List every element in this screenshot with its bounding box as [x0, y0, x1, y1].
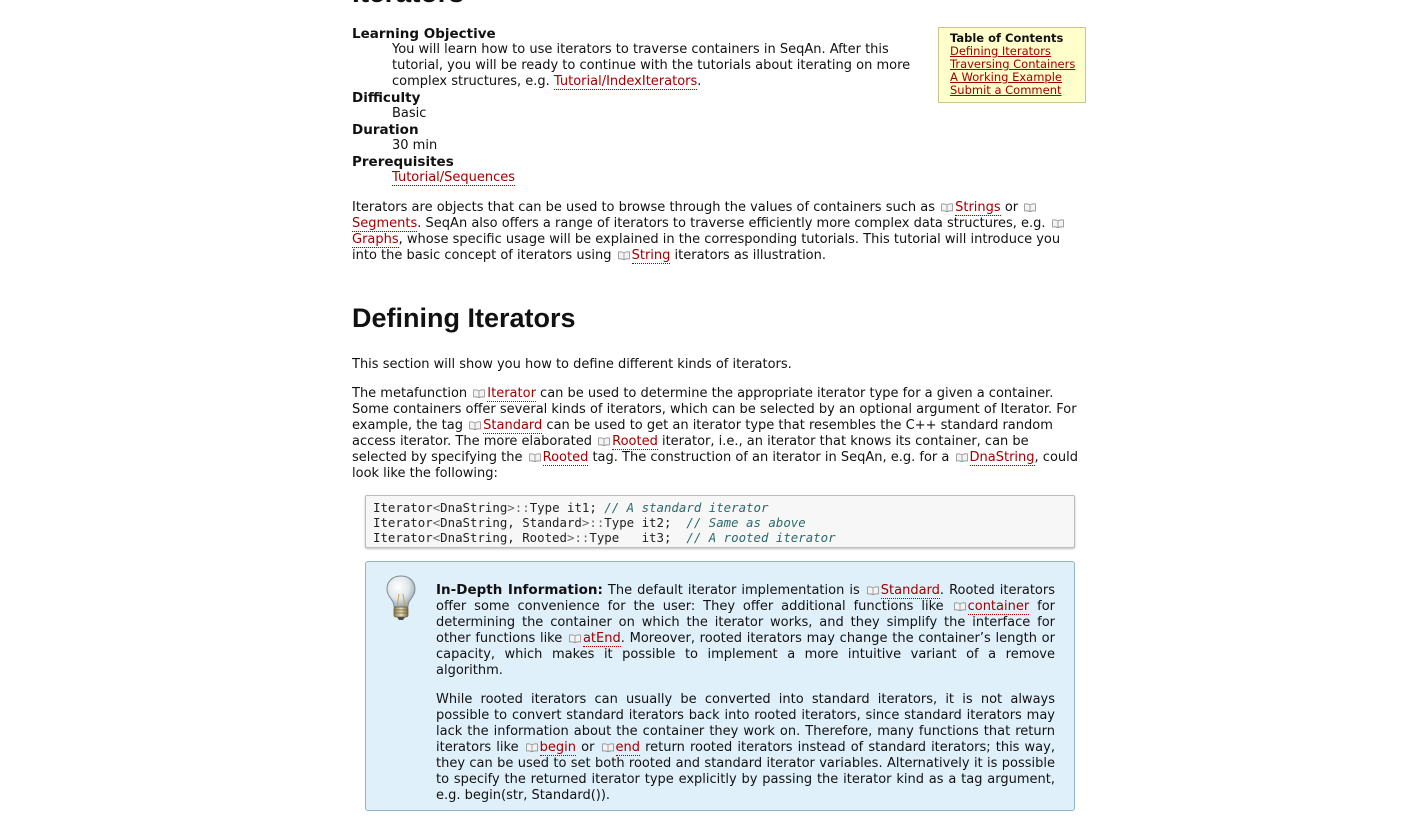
text-fragment: or: [1000, 200, 1023, 215]
text-fragment: The metafunction: [352, 386, 472, 401]
text-fragment: . SeqAn also offers a range of iterators…: [417, 216, 1050, 231]
page-title: Iterators: [352, 0, 464, 8]
toc-item-submit-comment[interactable]: Submit a Comment: [950, 84, 1085, 97]
code-line-1: Iterator<DnaString>::Type it1; // A stan…: [373, 500, 768, 515]
learning-objective-text: You will learn how to use iterators to t…: [392, 42, 922, 90]
book-icon: [469, 421, 481, 430]
learning-objective-text-after: .: [697, 74, 702, 89]
code-token: DnaString, Standard: [440, 515, 582, 530]
text-fragment: or: [576, 740, 600, 755]
intro-paragraph: Iterators are objects that can be used t…: [352, 200, 1072, 264]
table-of-contents: Table of Contents Defining Iterators Tra…: [938, 27, 1086, 103]
book-icon: [1051, 219, 1064, 228]
difficulty-label: Difficulty: [352, 90, 421, 106]
text-fragment: tag. The construction of an iterator in …: [588, 450, 954, 465]
code-token: Iterator: [373, 530, 433, 545]
rooted-link[interactable]: Rooted: [612, 434, 658, 450]
code-token: DnaString, Rooted: [440, 530, 567, 545]
code-token: >::: [566, 530, 590, 545]
info-heading: In-Depth Information:: [436, 582, 603, 598]
rooted-tag-link[interactable]: Rooted: [542, 450, 589, 466]
book-icon: [569, 634, 581, 643]
in-depth-info-box: In-Depth Information: The default iterat…: [365, 561, 1075, 811]
iterator-link[interactable]: Iterator: [487, 386, 536, 402]
difficulty-value: Basic: [392, 106, 427, 121]
learning-objective-label: Learning Objective: [352, 26, 496, 42]
book-icon: [953, 602, 966, 611]
segments-link[interactable]: Segments: [352, 216, 418, 232]
section-intro: This section will show you how to define…: [352, 357, 792, 372]
code-token: DnaString: [440, 500, 508, 515]
code-line-2: Iterator<DnaString, Standard>::Type it2;…: [373, 515, 806, 530]
duration-value: 30 min: [392, 138, 438, 153]
lightbulb-icon: [384, 574, 418, 622]
book-icon: [528, 453, 541, 462]
prerequisites-value: Tutorial/Sequences: [392, 170, 922, 186]
book-icon: [1024, 203, 1037, 212]
info-text: In-Depth Information: The default iterat…: [436, 582, 1055, 817]
code-token: >::: [507, 500, 530, 515]
book-icon: [866, 586, 879, 595]
duration-label: Duration: [352, 122, 419, 138]
text-fragment: The default iterator implementation is: [602, 583, 865, 598]
text-fragment: iterators as illustration.: [670, 248, 827, 263]
tutorial-sequences-link[interactable]: Tutorial/Sequences: [392, 170, 516, 186]
standard-link[interactable]: Standard: [880, 583, 940, 599]
container-link[interactable]: container: [967, 599, 1030, 615]
book-icon: [601, 743, 614, 752]
code-token: >::: [581, 515, 605, 530]
code-token: Type it2;: [604, 515, 687, 530]
code-comment: // Same as above: [686, 515, 806, 530]
graphs-link[interactable]: Graphs: [352, 232, 399, 248]
end-link[interactable]: end: [615, 740, 641, 756]
section-heading-defining-iterators: Defining Iterators: [352, 303, 576, 333]
standard-link[interactable]: Standard: [483, 418, 543, 434]
info-paragraph-2: While rooted iterators can usually be co…: [436, 692, 1055, 804]
text-fragment: Iterators are objects that can be used t…: [352, 200, 940, 215]
tutorial-indexiterators-link[interactable]: Tutorial/IndexIterators: [553, 74, 698, 90]
strings-link[interactable]: Strings: [955, 200, 1001, 216]
code-block: Iterator<DnaString>::Type it1; // A stan…: [365, 495, 1075, 548]
code-token: Iterator: [373, 500, 433, 515]
code-token: Type it1;: [529, 500, 605, 515]
code-line-3: Iterator<DnaString, Rooted>::Type it3; /…: [373, 530, 836, 545]
begin-link[interactable]: begin: [539, 740, 577, 756]
code-token: Type it3;: [589, 530, 687, 545]
dnastring-link[interactable]: DnaString: [969, 450, 1035, 466]
prerequisites-label: Prerequisites: [352, 154, 454, 170]
book-icon: [941, 203, 953, 212]
code-token: Iterator: [373, 515, 433, 530]
info-paragraph-1: In-Depth Information: The default iterat…: [436, 582, 1055, 679]
string-link[interactable]: String: [631, 248, 671, 264]
tutorial-meta: Learning Objective You will learn how to…: [352, 26, 922, 186]
book-icon: [598, 437, 610, 446]
metafunction-paragraph: The metafunction Iterator can be used to…: [352, 386, 1086, 482]
code-comment: // A standard iterator: [604, 500, 769, 515]
code-comment: // A rooted iterator: [686, 530, 836, 545]
atend-link[interactable]: atEnd: [582, 631, 621, 647]
book-icon: [617, 251, 630, 260]
book-icon: [473, 389, 486, 398]
book-icon: [525, 743, 538, 752]
book-icon: [955, 453, 968, 462]
